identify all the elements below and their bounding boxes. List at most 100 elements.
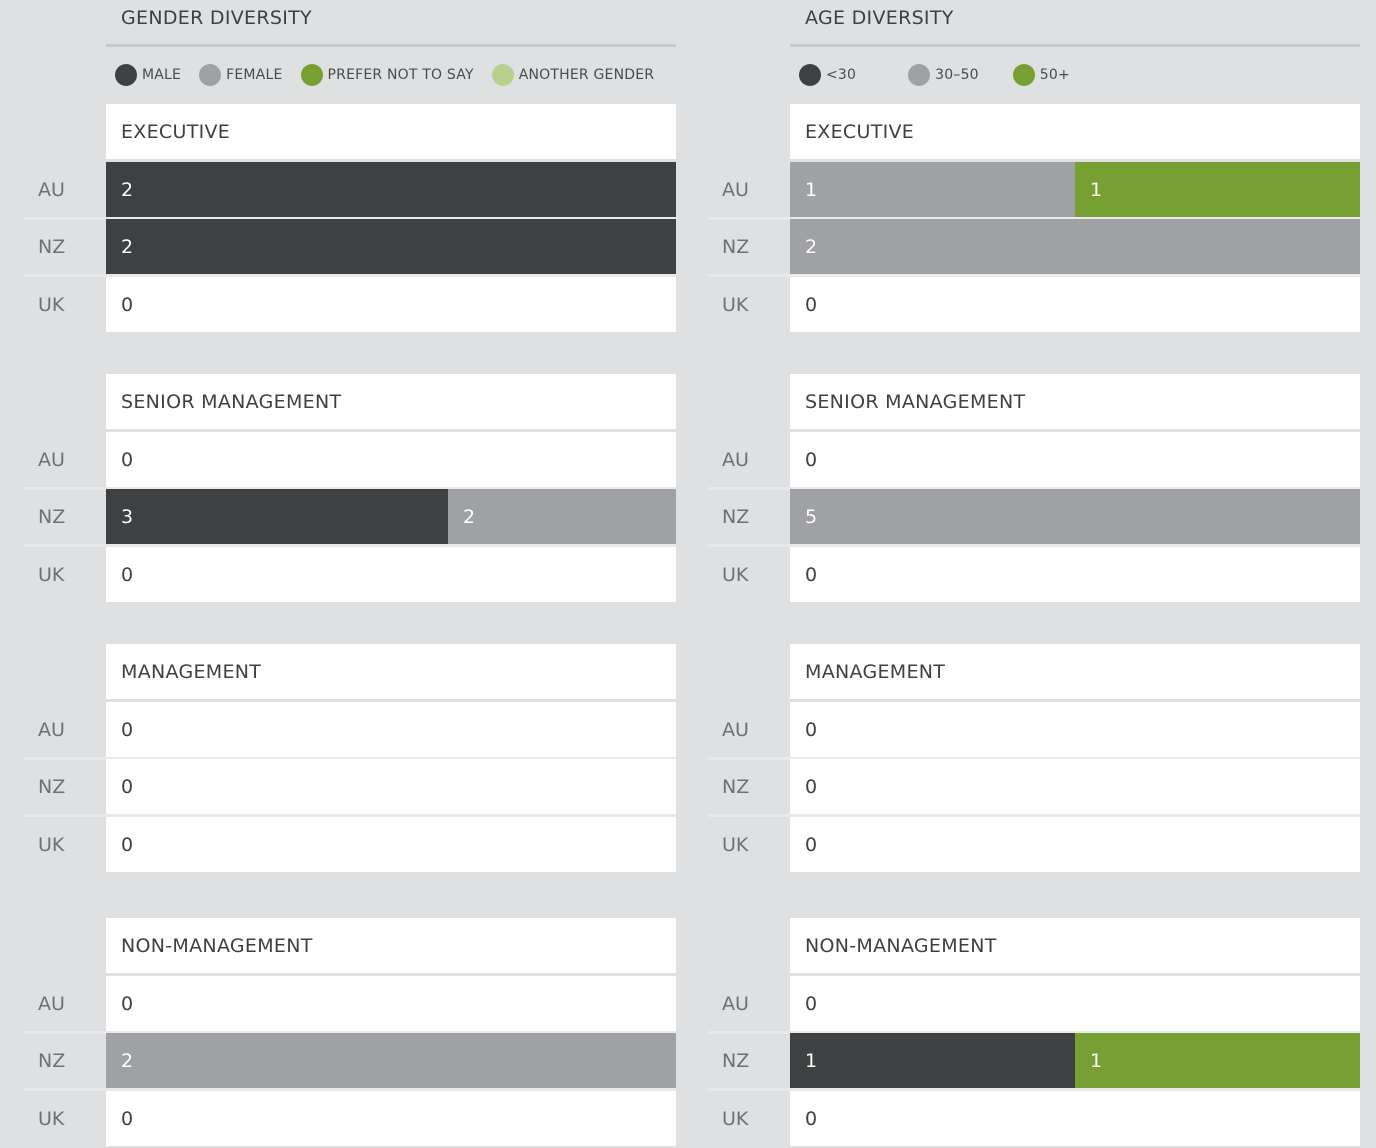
table-row: UK 0: [24, 1091, 684, 1146]
region-label: UK: [38, 564, 65, 586]
bar-segment-lt30: 1: [790, 1033, 1075, 1088]
group-executive: EXECUTIVE AU 2 NZ 2 UK 0: [24, 104, 684, 334]
group-header: SENIOR MANAGEMENT: [106, 374, 676, 429]
legend-label: 30–50: [935, 67, 979, 83]
bar-track: 5: [790, 489, 1360, 544]
legend-item-prefer-not-to-say: PREFER NOT TO SAY: [300, 64, 474, 86]
bar-track: 0: [106, 547, 676, 602]
group-header: NON-MANAGEMENT: [790, 918, 1360, 973]
bar-track: 0: [790, 702, 1360, 757]
data-label: 2: [121, 179, 134, 201]
data-label: 0: [121, 834, 134, 856]
table-row: UK 0: [708, 547, 1368, 602]
legend-item-lt30: <30: [799, 64, 856, 86]
data-label: 0: [121, 449, 134, 471]
data-label: 1: [805, 179, 818, 201]
group-header: EXECUTIVE: [106, 104, 676, 159]
data-label: 1: [1090, 1050, 1103, 1072]
legend-dot-icon: [115, 64, 137, 86]
region-label: NZ: [722, 776, 750, 798]
table-row: AU 0: [708, 976, 1368, 1034]
bar-track: 2: [106, 162, 676, 217]
legend-item-male: MALE: [115, 64, 181, 86]
legend: <30 30–50 50+: [799, 63, 1070, 87]
legend-item-50-plus: 50+: [1012, 64, 1070, 86]
region-label: UK: [722, 294, 749, 316]
group-senior-management: SENIOR MANAGEMENT AU 0 NZ 5 UK 0: [708, 374, 1368, 604]
group-header: NON-MANAGEMENT: [106, 918, 676, 973]
bar-track: 0: [106, 702, 676, 757]
legend: MALE FEMALE PREFER NOT TO SAY ANOTHER GENDE…: [115, 63, 654, 87]
title-divider: [106, 44, 676, 47]
region-label: AU: [722, 993, 749, 1015]
group-header: MANAGEMENT: [790, 644, 1360, 699]
data-label: 0: [121, 564, 134, 586]
legend-dot-icon: [799, 64, 821, 86]
data-label: 0: [121, 993, 134, 1015]
data-label: 1: [805, 1050, 818, 1072]
data-label: 0: [805, 294, 818, 316]
region-label: NZ: [38, 236, 66, 258]
group-header: MANAGEMENT: [106, 644, 676, 699]
bar-track: 0: [106, 759, 676, 814]
legend-label: PREFER NOT TO SAY: [327, 67, 474, 83]
region-label: AU: [722, 719, 749, 741]
legend-dot-icon: [199, 64, 222, 86]
title-divider: [790, 44, 1360, 47]
bar-segment-30-50: 5: [790, 489, 1360, 544]
table-row: NZ 0: [24, 759, 684, 817]
legend-dot-icon: [1012, 64, 1035, 86]
data-label: 2: [463, 506, 476, 528]
table-row: NZ 1 1: [708, 1033, 1368, 1091]
data-label: 0: [805, 449, 818, 471]
group-title: MANAGEMENT: [805, 661, 946, 683]
region-label: NZ: [38, 1050, 66, 1072]
legend-item-30-50: 30–50: [908, 64, 979, 86]
bar-track: 2: [106, 219, 676, 274]
data-label: 0: [805, 834, 818, 856]
region-label: UK: [38, 834, 65, 856]
table-row: UK 0: [708, 277, 1368, 332]
data-label: 0: [805, 1108, 818, 1130]
region-label: UK: [38, 1108, 65, 1130]
bar-segment-30-50: 1: [790, 162, 1075, 217]
bar-track: 32: [106, 489, 676, 544]
region-label: UK: [722, 834, 749, 856]
table-row: UK 0: [24, 277, 684, 332]
group-title: NON-MANAGEMENT: [805, 935, 997, 957]
bar-track: 0: [106, 817, 676, 872]
region-label: AU: [38, 179, 65, 201]
bar-track: 0: [790, 277, 1360, 332]
data-label: 0: [805, 993, 818, 1015]
bar-segment-50-plus: 1: [1075, 162, 1360, 217]
bar-segment-male: 2: [106, 219, 676, 274]
region-label: AU: [38, 449, 65, 471]
data-label: 0: [121, 294, 134, 316]
legend-item-another-gender: ANOTHER GENDER: [491, 64, 655, 86]
bar-track: 11: [790, 162, 1360, 217]
data-label: 2: [121, 1050, 134, 1072]
table-row: UK 0: [24, 817, 684, 872]
group-header: SENIOR MANAGEMENT: [790, 374, 1360, 429]
legend-dot-icon: [300, 64, 323, 86]
bar-track: 0: [106, 432, 676, 487]
table-row: AU 0: [708, 432, 1368, 490]
legend-item-female: FEMALE: [199, 64, 282, 86]
bar-track: 0: [790, 976, 1360, 1031]
bar-segment-female: 2: [106, 1033, 676, 1088]
bar-track: 0: [790, 432, 1360, 487]
region-label: AU: [38, 719, 65, 741]
region-label: NZ: [722, 236, 750, 258]
table-row: AU 0: [708, 702, 1368, 760]
bar-segment-male: 2: [106, 162, 676, 217]
table-row: NZ 0: [708, 759, 1368, 817]
group-non-management: NON-MANAGEMENT AU 0 NZ 1 1 UK 0: [708, 918, 1368, 1148]
group-title: NON-MANAGEMENT: [121, 935, 313, 957]
bar-track: 2: [106, 1033, 676, 1088]
bar-track: 0: [106, 277, 676, 332]
table-row: AU 2: [24, 162, 684, 220]
table-row: NZ 2: [708, 219, 1368, 277]
bar-segment-female: 2: [448, 489, 676, 544]
legend-label: FEMALE: [226, 67, 283, 83]
bar-segment-50-plus: 1: [1075, 1033, 1360, 1088]
